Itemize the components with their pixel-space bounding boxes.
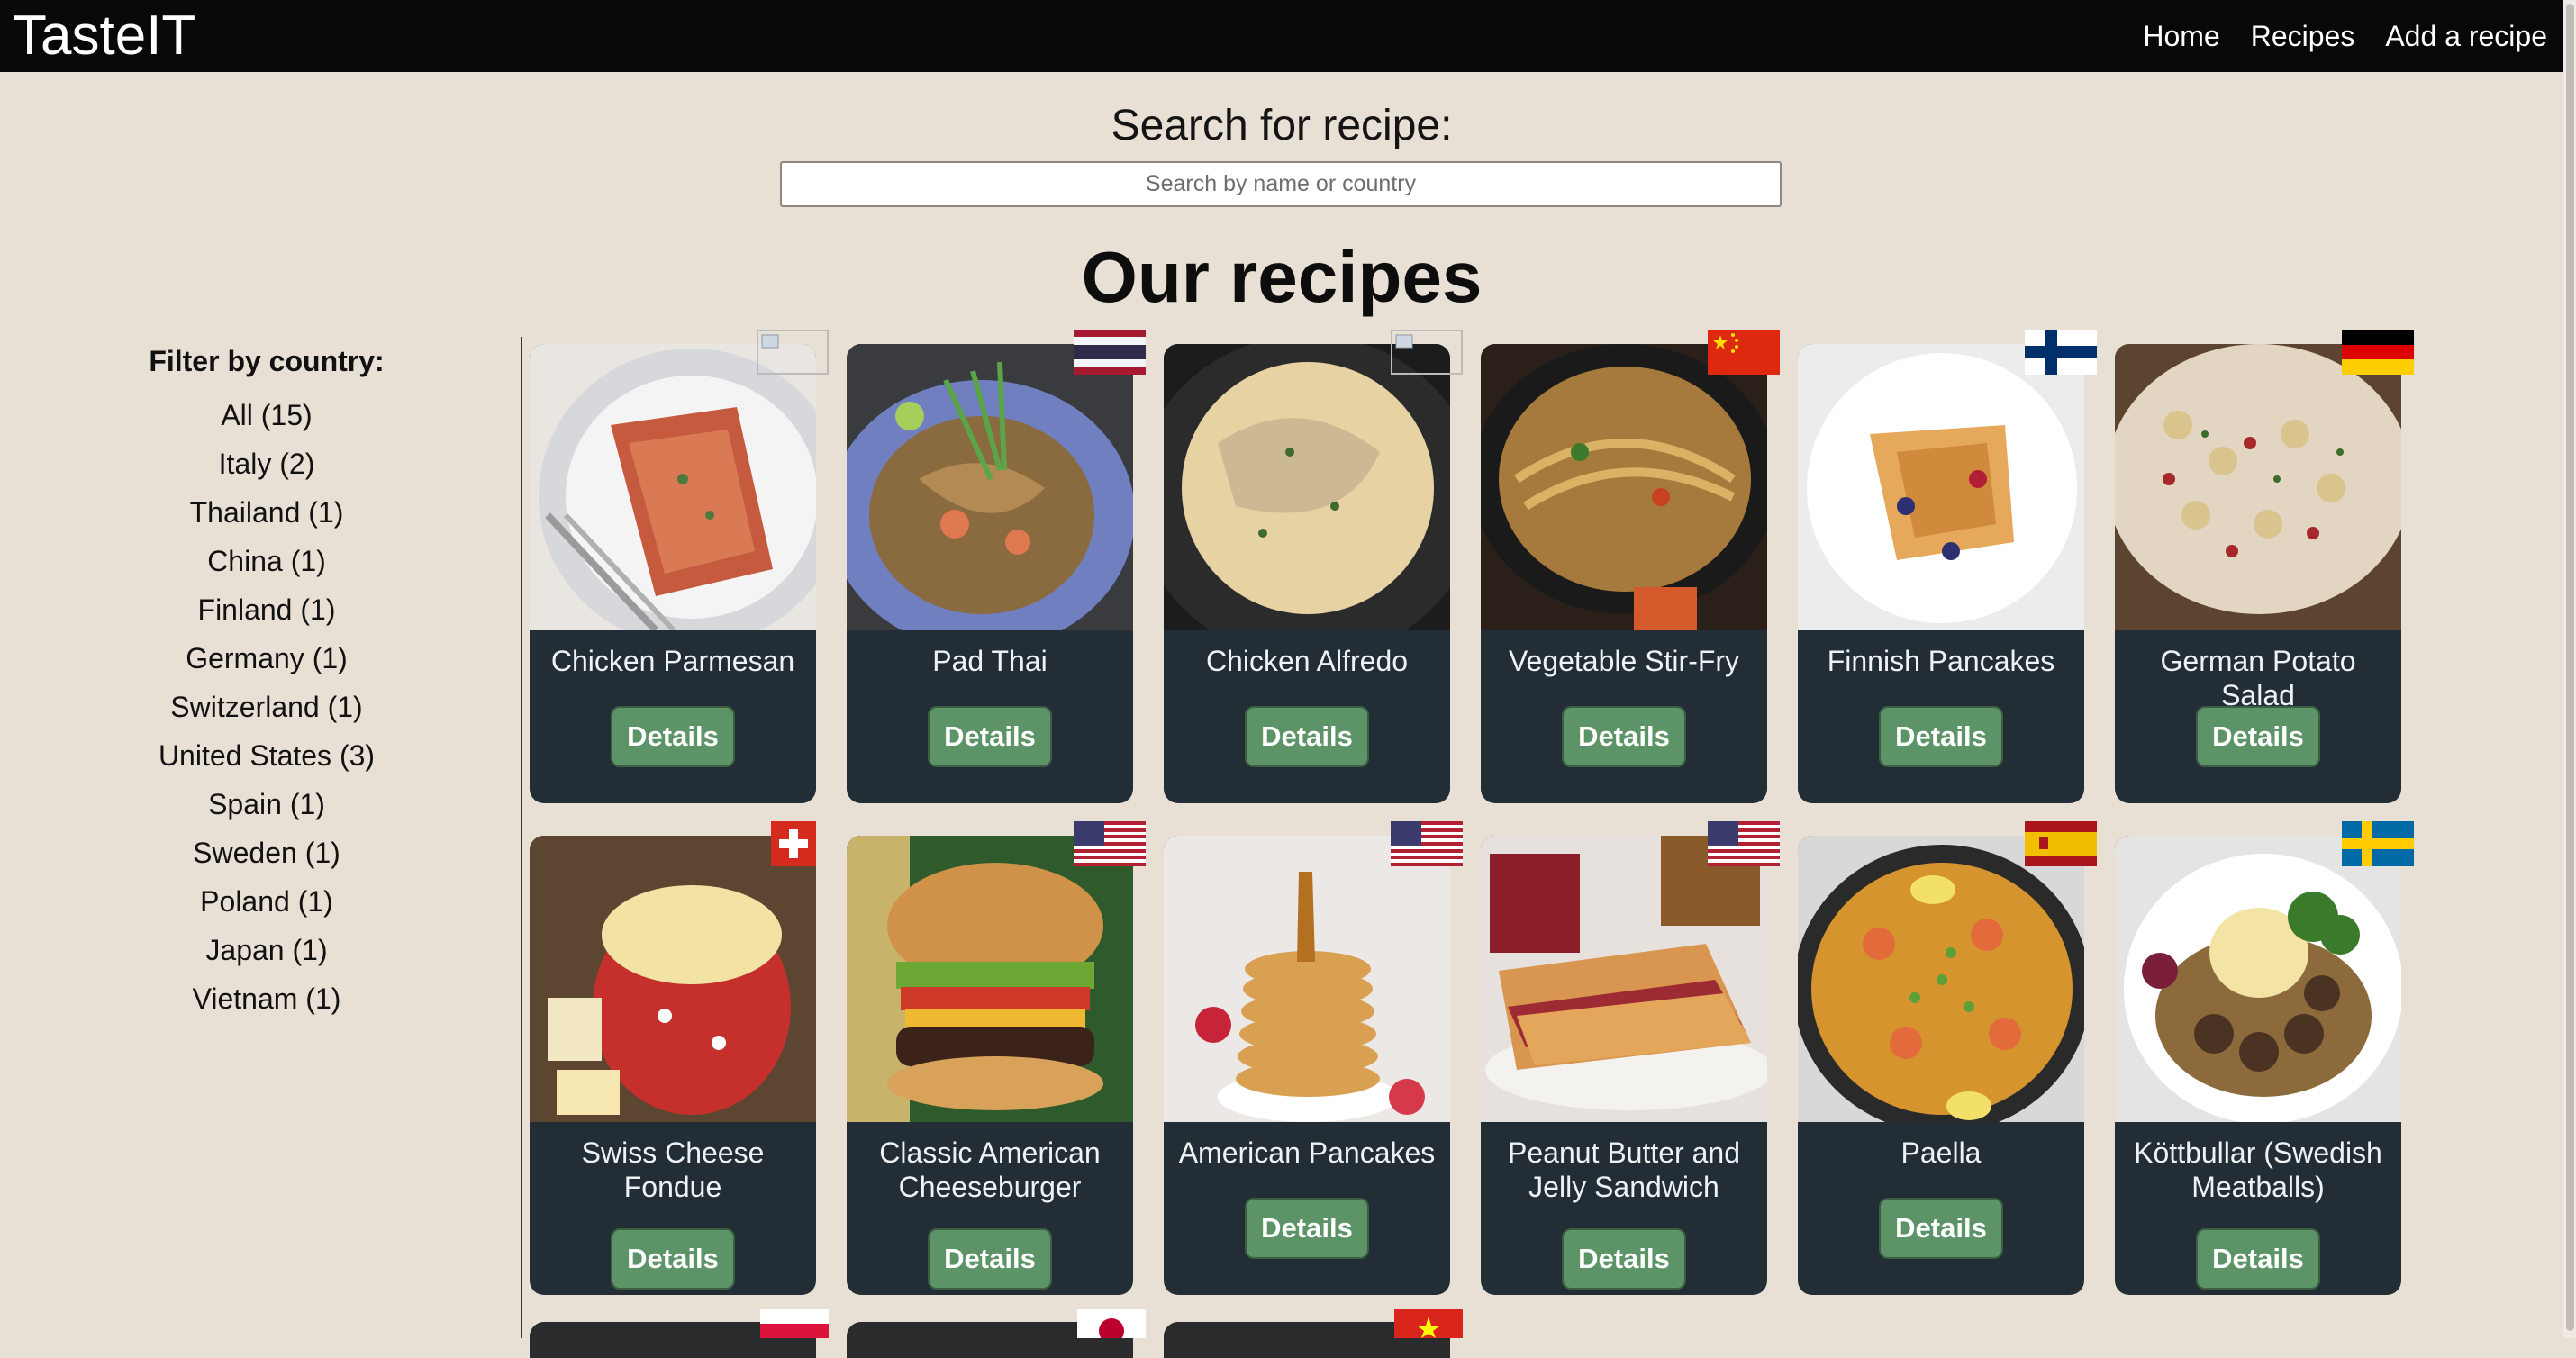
recipe-photo[interactable] bbox=[2115, 344, 2401, 630]
recipe-title: Swiss Cheese Fondue bbox=[581, 1136, 765, 1203]
details-button[interactable]: Details bbox=[1879, 1198, 2003, 1259]
details-button[interactable]: Details bbox=[611, 1228, 735, 1290]
recipe-card: American Pancakes Details bbox=[1164, 821, 1463, 1295]
details-button[interactable]: Details bbox=[1245, 1198, 1369, 1259]
filter-item-united-states[interactable]: United States (3) bbox=[130, 731, 404, 780]
filter-heading: Filter by country: bbox=[149, 345, 385, 377]
recipe-grid: Chicken Parmesan Details Pad Thai Detail… bbox=[530, 330, 2414, 1295]
details-button[interactable]: Details bbox=[611, 706, 735, 767]
broken-image-icon bbox=[757, 330, 829, 375]
japan-flag-icon bbox=[1077, 1309, 1146, 1338]
details-button[interactable]: Details bbox=[928, 1228, 1052, 1290]
recipe-title: Chicken Alfredo bbox=[1205, 645, 1409, 677]
filter-item-switzerland[interactable]: Switzerland (1) bbox=[130, 683, 404, 731]
recipe-photo[interactable] bbox=[2115, 836, 2401, 1122]
recipe-title: Peanut Butter and Jelly Sandwich bbox=[1508, 1136, 1740, 1203]
page-title: Our recipes bbox=[1081, 237, 1483, 317]
brand-logo[interactable]: TasteIT bbox=[13, 4, 195, 68]
recipe-card: Chicken Parmesan Details bbox=[530, 330, 829, 803]
sidebar-divider bbox=[521, 337, 522, 1338]
nav-link-recipes[interactable]: Recipes bbox=[2251, 20, 2355, 53]
filter-item-all[interactable]: All (15) bbox=[130, 391, 404, 439]
recipe-title: German Potato Salad bbox=[2160, 645, 2356, 711]
details-button[interactable]: Details bbox=[928, 706, 1052, 767]
details-button[interactable]: Details bbox=[1245, 706, 1369, 767]
recipe-photo[interactable] bbox=[530, 344, 816, 630]
switzerland-flag-icon bbox=[771, 821, 816, 866]
filter-item-sweden[interactable]: Sweden (1) bbox=[130, 828, 404, 877]
nav-links: Home Recipes Add a recipe bbox=[2112, 0, 2547, 72]
recipe-title: Paella bbox=[1900, 1136, 1982, 1169]
thailand-flag-icon bbox=[1074, 330, 1146, 375]
filter-item-poland[interactable]: Poland (1) bbox=[130, 877, 404, 926]
china-flag-icon bbox=[1708, 330, 1780, 375]
usa-flag-icon bbox=[1074, 821, 1146, 866]
recipe-card: Swiss Cheese Fondue Details bbox=[530, 821, 816, 1295]
nav-link-home[interactable]: Home bbox=[2143, 20, 2219, 53]
recipe-card: Vegetable Stir-Fry Details bbox=[1481, 330, 1780, 803]
filter-item-italy[interactable]: Italy (2) bbox=[130, 439, 404, 488]
scrollbar-thumb[interactable] bbox=[2566, 4, 2574, 1331]
recipe-card: Paella Details bbox=[1798, 821, 2097, 1295]
recipe-photo[interactable] bbox=[1164, 344, 1450, 630]
poland-flag-icon bbox=[760, 1309, 829, 1338]
recipe-title: Classic American Cheeseburger bbox=[879, 1136, 1101, 1203]
scrollbar[interactable] bbox=[2563, 0, 2576, 1338]
recipe-card: Chicken Alfredo Details bbox=[1164, 330, 1463, 803]
recipe-title: American Pancakes bbox=[1178, 1136, 1436, 1169]
recipe-card: Pad Thai Details bbox=[847, 330, 1146, 803]
recipe-card: Köttbullar (Swedish Meatballs) Details bbox=[2115, 821, 2414, 1295]
germany-flag-icon bbox=[2342, 330, 2414, 375]
details-button[interactable]: Details bbox=[2196, 706, 2320, 767]
recipe-photo[interactable] bbox=[1798, 836, 2084, 1122]
filter-item-finland[interactable]: Finland (1) bbox=[130, 585, 404, 634]
sweden-flag-icon bbox=[2342, 821, 2414, 866]
filter-item-japan[interactable]: Japan (1) bbox=[130, 926, 404, 974]
recipe-photo[interactable] bbox=[1481, 344, 1767, 630]
details-button[interactable]: Details bbox=[2196, 1228, 2320, 1290]
recipe-title: Finnish Pancakes bbox=[1827, 645, 2055, 677]
search-input[interactable] bbox=[780, 161, 1782, 207]
nav-link-add-recipe[interactable]: Add a recipe bbox=[2385, 20, 2547, 53]
filter-item-spain[interactable]: Spain (1) bbox=[130, 780, 404, 828]
recipe-title: Köttbullar (Swedish Meatballs) bbox=[2134, 1136, 2382, 1203]
country-filter-panel: Filter by country: All (15) Italy (2) Th… bbox=[130, 340, 404, 1023]
recipe-title: Chicken Parmesan bbox=[550, 645, 795, 677]
recipe-title: Pad Thai bbox=[932, 645, 1048, 677]
recipe-photo[interactable] bbox=[530, 836, 816, 1122]
recipe-title: Vegetable Stir-Fry bbox=[1508, 645, 1740, 677]
details-button[interactable]: Details bbox=[1562, 706, 1686, 767]
recipe-photo[interactable] bbox=[1798, 344, 2084, 630]
recipe-photo[interactable] bbox=[1164, 836, 1450, 1122]
usa-flag-icon bbox=[1708, 821, 1780, 866]
filter-item-china[interactable]: China (1) bbox=[130, 537, 404, 585]
details-button[interactable]: Details bbox=[1879, 706, 2003, 767]
recipe-card: Finnish Pancakes Details bbox=[1798, 330, 2097, 803]
finland-flag-icon bbox=[2025, 330, 2097, 375]
filter-item-germany[interactable]: Germany (1) bbox=[130, 634, 404, 683]
navbar: TasteIT Home Recipes Add a recipe bbox=[0, 0, 2563, 72]
vietnam-flag-icon bbox=[1394, 1309, 1463, 1338]
recipe-card: Peanut Butter and Jelly Sandwich Details bbox=[1481, 821, 1780, 1295]
filter-item-vietnam[interactable]: Vietnam (1) bbox=[130, 974, 404, 1023]
search-label: Search for recipe: bbox=[1111, 102, 1453, 149]
recipe-card: Classic American Cheeseburger Details bbox=[847, 821, 1146, 1295]
details-button[interactable]: Details bbox=[1562, 1228, 1686, 1290]
recipe-card: German Potato Salad Details bbox=[2115, 330, 2414, 803]
usa-flag-icon bbox=[1391, 821, 1463, 866]
recipe-photo[interactable] bbox=[847, 344, 1133, 630]
filter-item-thailand[interactable]: Thailand (1) bbox=[130, 488, 404, 537]
recipe-photo[interactable] bbox=[1481, 836, 1767, 1122]
broken-image-icon bbox=[1391, 330, 1463, 375]
spain-flag-icon bbox=[2025, 821, 2097, 866]
recipe-photo[interactable] bbox=[847, 836, 1133, 1122]
